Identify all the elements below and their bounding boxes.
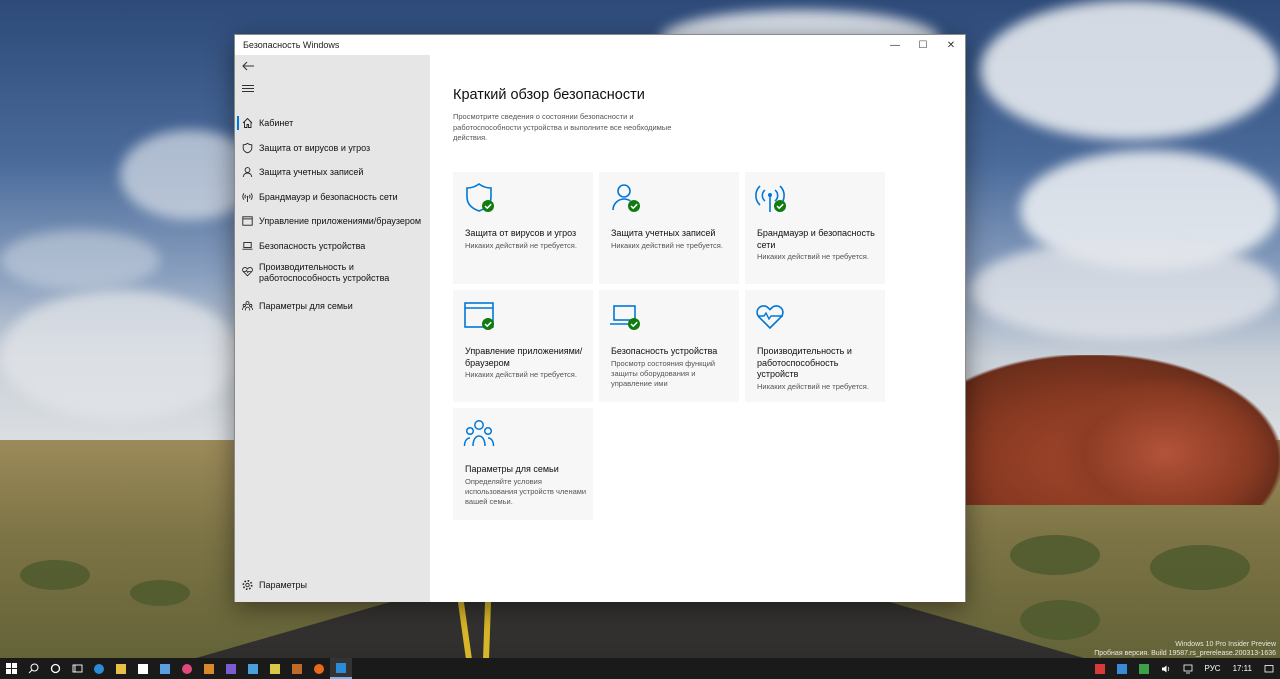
- cortana-icon[interactable]: [44, 658, 66, 679]
- card-description: Никаких действий не требуется.: [757, 381, 869, 391]
- wifi-antenna-icon: [755, 182, 789, 216]
- app-icon[interactable]: [242, 658, 264, 679]
- maximize-button[interactable]: ☐: [909, 35, 937, 55]
- card-firewall[interactable]: Брандмауэр и безопасность сети Никаких д…: [745, 172, 885, 284]
- clock[interactable]: 17:11: [1227, 664, 1258, 673]
- sidebar-nav: Кабинет Защита от вирусов и угроз Защита…: [235, 111, 430, 319]
- window-title: Безопасность Windows: [243, 40, 340, 50]
- home-icon: [242, 118, 253, 129]
- main-content: Краткий обзор безопасности Просмотрите с…: [430, 55, 965, 602]
- card-account-protection[interactable]: Защита учетных записей Никаких действий …: [599, 172, 739, 284]
- card-title: Безопасность устройства: [611, 346, 718, 356]
- page-subtitle: Просмотрите сведения о состоянии безопас…: [453, 112, 672, 142]
- heart-pulse-icon: [755, 300, 789, 334]
- sidebar-item-home[interactable]: Кабинет: [235, 111, 430, 136]
- close-button[interactable]: ✕: [937, 35, 965, 55]
- card-description: Никаких действий не требуется.: [465, 370, 577, 379]
- card-app-browser-control[interactable]: Управление приложениями/браузером Никаки…: [453, 290, 593, 402]
- hamburger-menu-icon[interactable]: [242, 85, 254, 97]
- card-description: Никаких действий не требуется.: [611, 240, 723, 250]
- sidebar-item-label: Параметры: [259, 580, 307, 591]
- back-arrow-icon[interactable]: [241, 59, 257, 75]
- app-tray-icon[interactable]: [1089, 658, 1111, 679]
- taskbar: РУС 17:11: [0, 658, 1280, 679]
- app-icon[interactable]: [286, 658, 308, 679]
- card-title: Управление приложениями/браузером: [465, 346, 583, 368]
- app-icon[interactable]: [264, 658, 286, 679]
- card-family-options[interactable]: Параметры для семьи Определяйте условия …: [453, 408, 593, 520]
- sidebar: Кабинет Защита от вирусов и угроз Защита…: [235, 55, 430, 602]
- title-bar[interactable]: Безопасность Windows — ☐ ✕: [235, 35, 965, 55]
- app-icon[interactable]: [176, 658, 198, 679]
- notification-icon[interactable]: [1258, 658, 1280, 679]
- input-language[interactable]: РУС: [1199, 664, 1227, 673]
- windows-build-watermark: Windows 10 Pro Insider Preview Пробная в…: [1094, 641, 1276, 657]
- card-device-performance[interactable]: Производительность и работоспособность у…: [745, 290, 885, 402]
- family-icon: [463, 418, 497, 452]
- sidebar-item-label: Кабинет: [259, 118, 294, 129]
- app-icon[interactable]: [198, 658, 220, 679]
- sidebar-item-label: Безопасность устройства: [259, 240, 366, 251]
- search-icon[interactable]: [22, 658, 44, 679]
- store-icon[interactable]: [132, 658, 154, 679]
- speaker-icon[interactable]: [1155, 658, 1177, 679]
- sidebar-item-family-options[interactable]: Параметры для семьи: [235, 294, 430, 319]
- laptop-icon: [609, 300, 643, 334]
- card-virus-protection[interactable]: Защита от вирусов и угроз Никаких действ…: [453, 172, 593, 284]
- sidebar-item-firewall[interactable]: Брандмауэр и безопасность сети: [235, 185, 430, 210]
- sidebar-item-settings[interactable]: Параметры: [235, 573, 430, 598]
- app-browser-icon: [242, 216, 253, 227]
- person-icon: [242, 167, 253, 178]
- card-title: Защита от вирусов и угроз: [465, 228, 577, 238]
- edge-browser-icon[interactable]: [88, 658, 110, 679]
- start-button[interactable]: [0, 658, 22, 679]
- card-description: Определяйте условия использования устрой…: [465, 476, 587, 506]
- sidebar-item-label: Производительность и работоспособность у…: [259, 262, 390, 283]
- heart-pulse-icon: [242, 266, 253, 277]
- gear-icon: [242, 580, 253, 591]
- card-title: Защита учетных записей: [611, 228, 716, 238]
- mail-icon[interactable]: [154, 658, 176, 679]
- sidebar-item-virus-protection[interactable]: Защита от вирусов и угроз: [235, 136, 430, 161]
- firefox-icon[interactable]: [308, 658, 330, 679]
- card-title: Производительность и работоспособность у…: [757, 346, 852, 379]
- person-icon: [609, 182, 643, 216]
- minimize-button[interactable]: —: [881, 35, 909, 55]
- page-title: Краткий обзор безопасности: [453, 87, 645, 103]
- windows-security-window: Безопасность Windows — ☐ ✕ Кабинет Защит…: [234, 34, 966, 602]
- sidebar-item-label: Защита от вирусов и угроз: [259, 142, 371, 153]
- sidebar-item-device-security[interactable]: Безопасность устройства: [235, 234, 430, 259]
- shield-icon: [463, 182, 497, 216]
- sidebar-item-label: Управление приложениями/браузером: [259, 216, 422, 227]
- card-description: Просмотр состояния функций защиты оборуд…: [611, 358, 716, 388]
- card-device-security[interactable]: Безопасность устройства Просмотр состоян…: [599, 290, 739, 402]
- sidebar-item-account-protection[interactable]: Защита учетных записей: [235, 160, 430, 185]
- windows-security-taskbar-icon[interactable]: [330, 658, 352, 679]
- shield-icon: [242, 142, 253, 154]
- wifi-antenna-icon: [242, 191, 253, 202]
- sidebar-item-label: Защита учетных записей: [259, 167, 364, 178]
- card-title: Параметры для семьи: [465, 464, 559, 474]
- system-tray: РУС 17:11: [1089, 658, 1280, 679]
- card-description: Никаких действий не требуется.: [757, 252, 869, 261]
- sidebar-item-device-performance[interactable]: Производительность и работоспособность у…: [235, 258, 430, 294]
- network-icon[interactable]: [1177, 658, 1199, 679]
- task-view-icon[interactable]: [66, 658, 88, 679]
- family-icon: [242, 301, 253, 312]
- app-browser-icon: [463, 300, 497, 334]
- security-tray-icon[interactable]: [1111, 658, 1133, 679]
- network-tray-icon[interactable]: [1133, 658, 1155, 679]
- card-title: Брандмауэр и безопасность сети: [757, 228, 875, 250]
- sidebar-item-app-browser-control[interactable]: Управление приложениями/браузером: [235, 209, 430, 234]
- sidebar-item-label: Брандмауэр и безопасность сети: [259, 191, 398, 202]
- card-description: Никаких действий не требуется.: [465, 240, 577, 250]
- sidebar-item-label: Параметры для семьи: [259, 301, 353, 312]
- file-explorer-icon[interactable]: [110, 658, 132, 679]
- app-icon[interactable]: [220, 658, 242, 679]
- laptop-icon: [242, 240, 253, 251]
